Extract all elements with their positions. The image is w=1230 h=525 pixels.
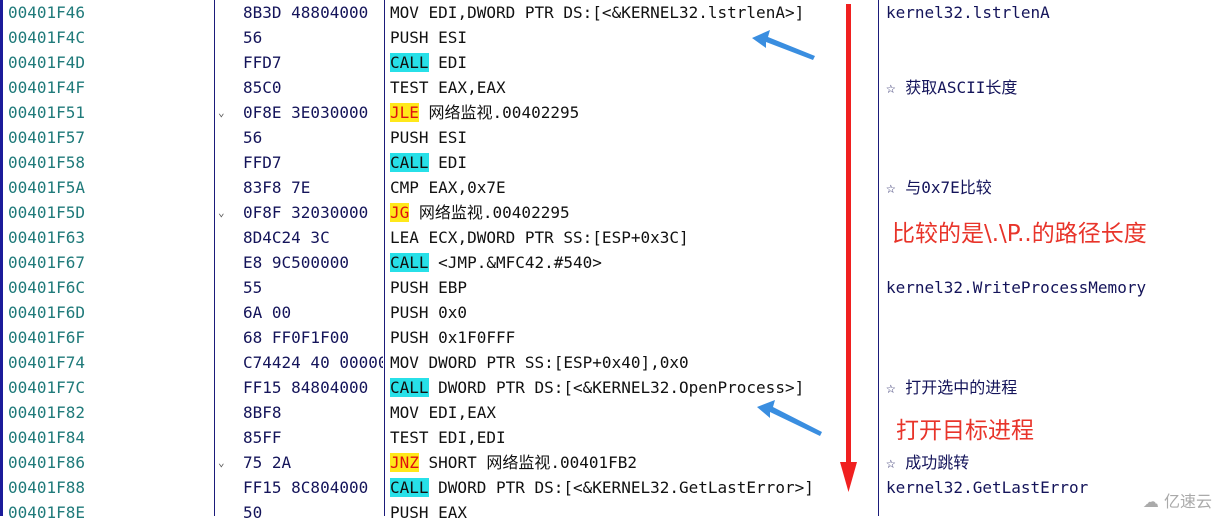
blue-arrow-icon	[757, 400, 822, 436]
annotation-arrows	[752, 4, 857, 492]
red-down-arrow-icon	[840, 4, 857, 492]
cloud-icon: ☁	[1142, 492, 1164, 511]
watermark-logo: ☁ 亿速云	[1142, 492, 1212, 511]
blue-arrow-icon	[752, 30, 815, 60]
